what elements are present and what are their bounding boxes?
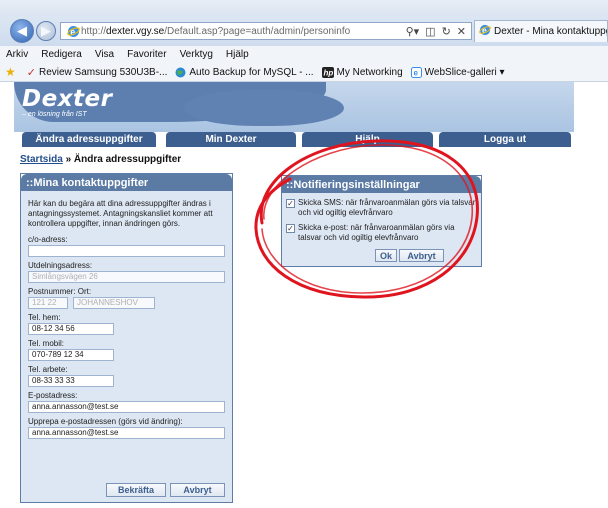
refresh-icon[interactable]: ↻ (442, 25, 451, 38)
arrow-right-icon: ▶ (41, 23, 51, 38)
contact-panel: ::Mina kontaktuppgifter Här kan du begär… (20, 173, 233, 503)
navigation-bar: ◀ ▶ e http://dexter.vgy.se/Default.asp?p… (0, 16, 608, 46)
fav-item-samsung[interactable]: ✓ Review Samsung 530U3B-... (27, 66, 168, 79)
fav-item-mysql[interactable]: Auto Backup for MySQL - ... (175, 67, 314, 78)
fav-item-networking[interactable]: hp My Networking (321, 66, 403, 78)
phone-work-label: Tel. arbete: (28, 365, 68, 374)
hp-logo-icon: hp (321, 66, 334, 78)
email-repeat-field[interactable]: anna.annasson@test.se (28, 427, 225, 439)
webslice-icon: e (410, 66, 422, 78)
url-protocol: http:// (81, 25, 107, 37)
sms-option: ✓ Skicka SMS: när frånvaroanmälan görs v… (286, 198, 477, 218)
postal-code-field[interactable]: 121 22 (28, 297, 68, 309)
menu-bar: Arkiv Redigera Visa Favoriter Verktyg Hj… (0, 46, 608, 63)
fav-item-webslice[interactable]: e WebSlice-galleri ▾ (410, 66, 505, 78)
menu-verktyg[interactable]: Verktyg (180, 49, 213, 60)
phone-mobile-field[interactable]: 070-789 12 34 (28, 349, 114, 361)
search-icon[interactable]: ⚲▾ (406, 25, 420, 38)
menu-favoriter[interactable]: Favoriter (127, 49, 166, 60)
phone-home-field[interactable]: 08-12 34 56 (28, 323, 114, 335)
close-icon[interactable]: ✕ (457, 25, 466, 38)
site-logo[interactable]: Dexter (22, 86, 112, 112)
forward-button[interactable]: ▶ (36, 21, 56, 41)
nav-tab-hjalp[interactable]: Hjälp (302, 132, 433, 147)
ok-button[interactable]: Ok (374, 249, 397, 262)
nav-tab-min-dexter[interactable]: Min Dexter (166, 132, 296, 147)
banner-cloud (184, 90, 344, 126)
favorites-bar: ★ ✓ Review Samsung 530U3B-... Auto Backu… (0, 63, 608, 82)
back-button[interactable]: ◀ (10, 19, 34, 43)
tab-title: Dexter - Mina kontaktuppgi... (494, 26, 607, 37)
email-field[interactable]: anna.annasson@test.se (28, 401, 225, 413)
menu-hjalp[interactable]: Hjälp (226, 49, 249, 60)
browser-tab[interactable]: e Dexter - Mina kontaktuppgi... (474, 20, 608, 42)
email-label: E-postadress: (28, 391, 78, 400)
svg-text:hp: hp (323, 68, 333, 77)
address-field[interactable]: Simlångsvägen 26 (28, 271, 225, 283)
site-nav: Ändra adressuppgifter Min Dexter Hjälp L… (14, 132, 574, 147)
site-tagline: – en lösning från IST (22, 111, 87, 118)
address-label: Utdelningsadress: (28, 261, 93, 270)
email-option: ✓ Skicka e-post: när frånvaroanmälan gör… (286, 223, 477, 243)
compat-view-icon[interactable]: ◫ (425, 25, 435, 38)
city-field[interactable]: JOHANNESHOV (73, 297, 155, 309)
breadcrumb: Startsida » Ändra adressuppgifter (20, 154, 181, 165)
contact-panel-title: ::Mina kontaktuppgifter (21, 174, 232, 191)
star-icon: ★ (5, 65, 16, 79)
email-checkbox[interactable]: ✓ (286, 224, 295, 233)
menu-arkiv[interactable]: Arkiv (6, 49, 28, 60)
notif-cancel-button[interactable]: Avbryt (399, 249, 444, 262)
site-banner: Dexter – en lösning från IST (14, 82, 574, 132)
page-content: Dexter – en lösning från IST Ändra adres… (0, 82, 608, 508)
address-bar[interactable]: e http://dexter.vgy.se/Default.asp?page=… (60, 22, 472, 40)
menu-redigera[interactable]: Redigera (41, 49, 82, 60)
menu-visa[interactable]: Visa (95, 49, 114, 60)
sms-checkbox[interactable]: ✓ (286, 199, 295, 208)
url-path: /Default.asp?page=auth/admin/personinfo (164, 25, 351, 37)
phone-mobile-label: Tel. mobil: (28, 339, 65, 348)
review-icon: ✓ (26, 66, 36, 79)
arrow-left-icon: ◀ (17, 23, 27, 38)
email-repeat-label: Upprepa e-postadressen (görs vid ändring… (28, 417, 183, 426)
co-address-field[interactable] (28, 245, 225, 257)
notification-panel: ::Notifieringsinställningar ✓ Skicka SMS… (281, 175, 482, 267)
svg-text:e: e (413, 68, 418, 77)
cancel-button[interactable]: Avbryt (170, 483, 225, 497)
url-host: dexter.vgy.se (106, 25, 165, 37)
phone-work-field[interactable]: 08-33 33 33 (28, 375, 114, 387)
notification-settings: ✓ Skicka SMS: när frånvaroanmälan görs v… (282, 193, 481, 266)
breadcrumb-separator: » (62, 154, 74, 165)
notification-panel-title: ::Notifieringsinställningar (282, 176, 481, 193)
co-address-label: c/o-adress: (28, 235, 68, 244)
favorites-star-button[interactable]: ★ (5, 65, 19, 79)
breadcrumb-current: Ändra adressuppgifter (73, 154, 182, 165)
window-titlebar (0, 0, 608, 16)
sms-option-label: Skicka SMS: när frånvaroanmälan görs via… (298, 198, 476, 217)
nav-tab-logga-ut[interactable]: Logga ut (439, 132, 571, 147)
nav-tab-andra-adressuppgifter[interactable]: Ändra adressuppgifter (22, 132, 156, 147)
confirm-button[interactable]: Bekräfta (106, 483, 166, 497)
email-option-label: Skicka e-post: när frånvaroanmälan görs … (298, 223, 455, 242)
contact-intro-text: Här kan du begära att dina adressuppgift… (28, 199, 213, 228)
globe-icon (175, 67, 186, 78)
ie-logo-icon: e (65, 23, 81, 39)
contact-form: Här kan du begära att dina adressuppgift… (21, 191, 232, 502)
postal-label: Postnummer: Ort: (28, 287, 92, 296)
phone-home-label: Tel. hem: (28, 313, 61, 322)
ie-logo-icon: e (479, 24, 491, 39)
breadcrumb-home-link[interactable]: Startsida (20, 154, 63, 165)
